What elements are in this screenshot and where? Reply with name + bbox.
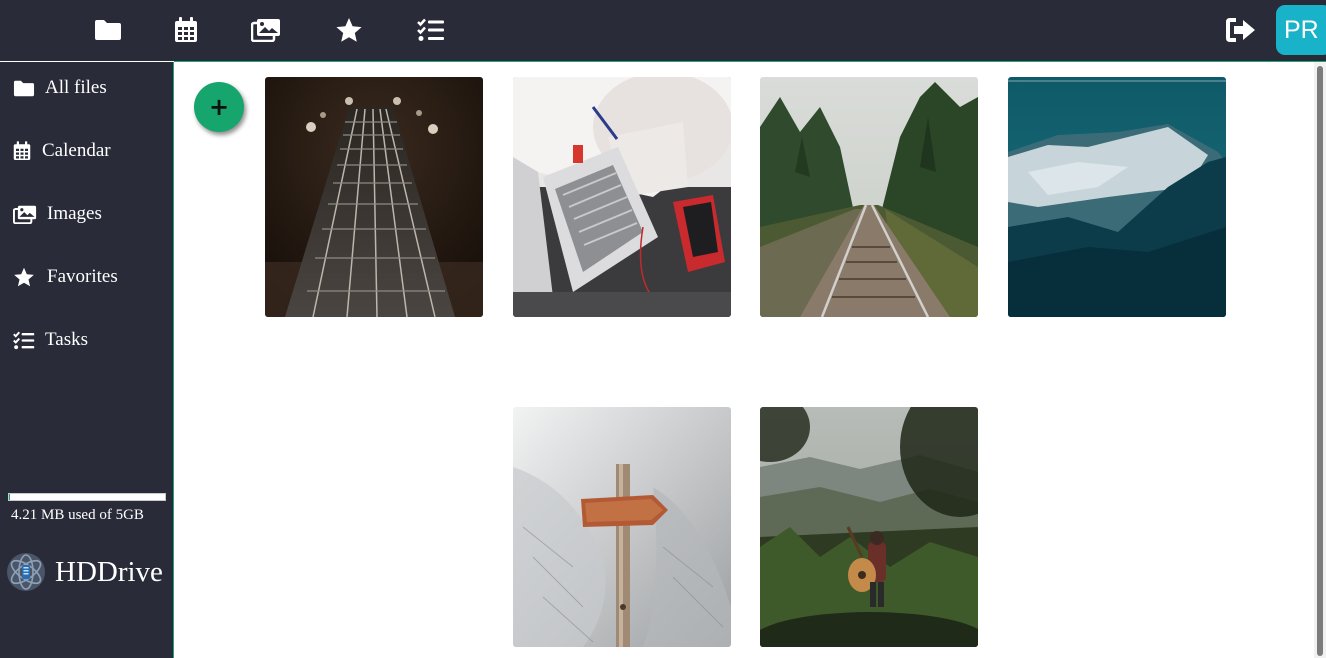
sidebar-item-label: Calendar [42, 140, 111, 161]
sidebar-item-tasks[interactable]: Tasks [13, 324, 88, 356]
sidebar-item-label: Tasks [45, 329, 89, 350]
add-file-button[interactable]: + [194, 82, 244, 132]
guitar-neck-photo[interactable] [265, 77, 483, 317]
sidebar: All files Calendar Images Favorites Task… [0, 62, 174, 658]
sidebar-item-label: Images [47, 203, 102, 224]
scrollbar-thumb[interactable] [1317, 66, 1323, 656]
signpost-snow-photo[interactable] [513, 407, 731, 647]
images-icon[interactable] [251, 16, 281, 44]
sidebar-item-favorites[interactable]: Favorites [13, 261, 118, 293]
calendar-icon[interactable] [171, 16, 201, 44]
folder-icon [13, 77, 37, 99]
brand-name: HDDrive [55, 555, 163, 588]
star-icon[interactable] [334, 16, 364, 44]
railway-forest-photo[interactable] [760, 77, 978, 317]
mountain-range-photo[interactable] [1008, 77, 1226, 317]
calendar-icon [13, 140, 35, 162]
user-avatar[interactable]: PR [1276, 5, 1326, 55]
sidebar-item-calendar[interactable]: Calendar [13, 135, 111, 167]
top-bar: PR [0, 0, 1326, 62]
image-gallery: + [175, 62, 1314, 658]
tasks-icon[interactable] [416, 16, 446, 44]
tasks-icon [13, 329, 37, 351]
guitarist-valley-photo[interactable] [760, 407, 978, 647]
storage-usage-text: 4.21 MB used of 5GB [11, 507, 144, 523]
brand: HDDrive [6, 552, 163, 592]
logout-icon[interactable] [1224, 14, 1258, 46]
storage-progress-fill [9, 494, 10, 500]
sidebar-item-label: All files [45, 77, 107, 98]
hddrive-logo-icon [7, 553, 45, 591]
sidebar-item-all-files[interactable]: All files [13, 72, 107, 104]
folder-icon[interactable] [93, 16, 123, 44]
storage-progress-bar [8, 493, 166, 501]
sidebar-item-images[interactable]: Images [13, 198, 102, 230]
star-icon [13, 266, 39, 288]
images-icon [13, 203, 39, 225]
laptop-desk-photo[interactable] [513, 77, 731, 317]
vertical-scrollbar[interactable] [1314, 62, 1326, 658]
sidebar-item-label: Favorites [47, 266, 118, 287]
